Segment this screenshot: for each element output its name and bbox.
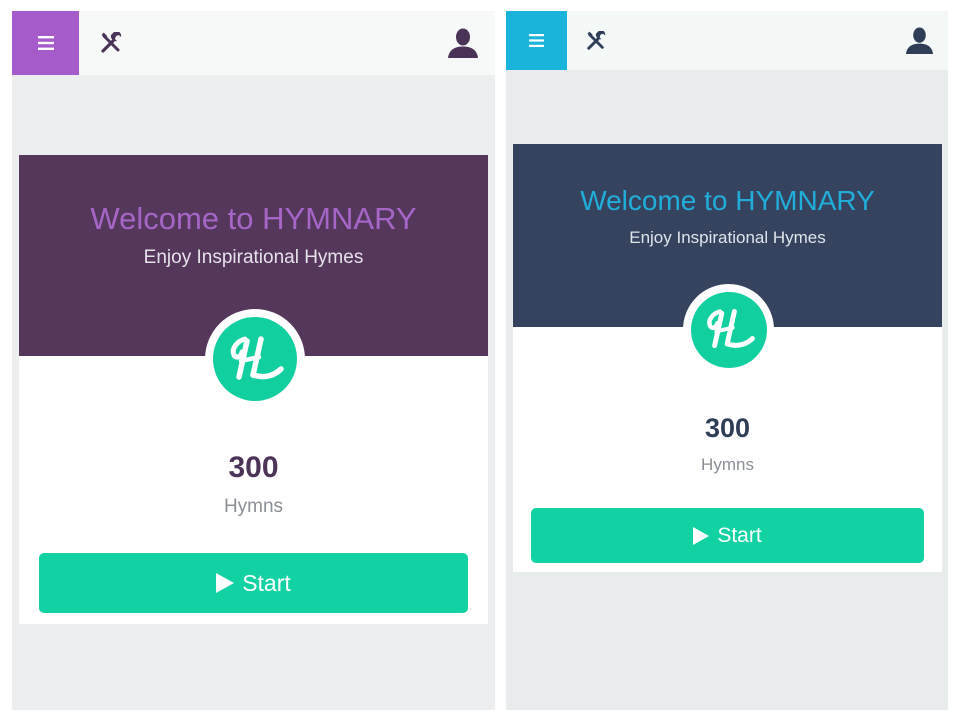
start-button[interactable]: Start: [39, 553, 468, 613]
user-icon: [906, 27, 933, 54]
user-icon: [448, 28, 478, 58]
tagline: Enjoy Inspirational Hymes: [629, 228, 826, 247]
app-screen-blue: Welcome to HYMNARY Enjoy Inspirational H…: [506, 11, 948, 710]
top-bar: [12, 11, 495, 75]
tagline: Enjoy Inspirational Hymes: [143, 247, 364, 268]
settings-button[interactable]: [100, 11, 122, 75]
hamburger-icon: [37, 36, 54, 50]
start-button-label: Start: [717, 523, 762, 547]
start-button-label: Start: [242, 569, 291, 596]
settings-button[interactable]: [586, 11, 606, 70]
logo-badge: [213, 317, 297, 401]
hymnary-logo-icon: [706, 309, 755, 349]
profile-button[interactable]: [447, 11, 479, 75]
hamburger-icon: [529, 34, 544, 47]
top-bar: [506, 11, 948, 70]
hymn-count-label: Hymns: [223, 496, 284, 517]
hymn-count: 300: [228, 451, 279, 484]
welcome-title: Welcome to HYMNARY: [580, 185, 875, 216]
menu-button[interactable]: [506, 11, 567, 70]
welcome-title: Welcome to HYMNARY: [90, 201, 417, 236]
play-icon: [216, 573, 235, 593]
tools-icon: [101, 32, 122, 53]
hymnary-logo: [205, 309, 305, 409]
hymn-count: 300: [704, 413, 751, 443]
hymnary-logo-icon: [230, 336, 284, 380]
welcome-card: Welcome to HYMNARY Enjoy Inspirational H…: [513, 144, 942, 572]
hymn-count-label: Hymns: [701, 455, 754, 474]
app-screen-purple: Welcome to HYMNARY Enjoy Inspirational H…: [12, 11, 495, 710]
hymnary-logo: [683, 284, 774, 375]
play-icon: [693, 526, 710, 545]
menu-button[interactable]: [12, 11, 79, 75]
profile-button[interactable]: [905, 11, 934, 70]
logo-badge: [690, 291, 767, 368]
welcome-card: Welcome to HYMNARY Enjoy Inspirational H…: [19, 155, 488, 624]
tools-icon: [587, 30, 606, 50]
start-button[interactable]: Start: [531, 508, 924, 563]
